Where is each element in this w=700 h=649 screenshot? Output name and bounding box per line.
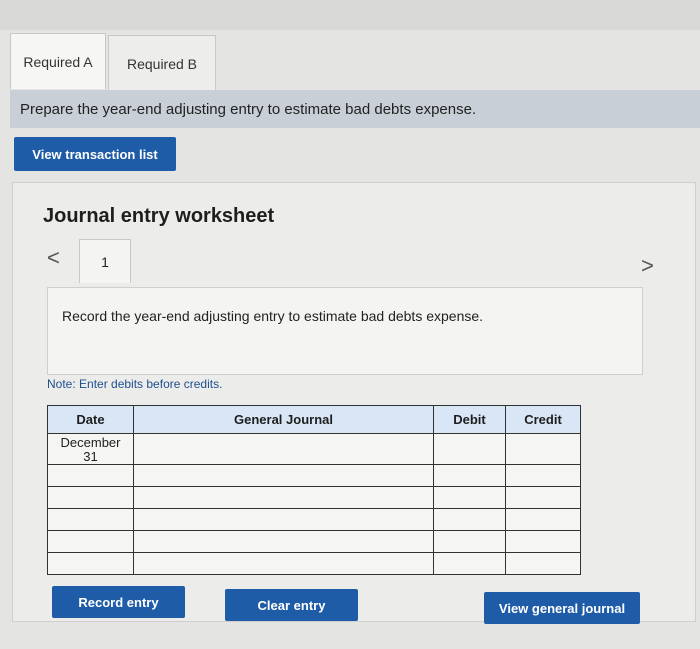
account-cell[interactable] (133, 508, 434, 531)
top-strip (0, 0, 700, 30)
account-cell[interactable] (133, 486, 434, 509)
table-row (47, 508, 581, 531)
header-general-journal: General Journal (133, 405, 434, 434)
record-entry-button[interactable]: Record entry (52, 586, 185, 618)
date-cell (47, 552, 134, 575)
credit-cell[interactable] (505, 486, 581, 509)
chevron-left-icon[interactable]: < (47, 245, 60, 271)
table-row: December 31 (47, 433, 581, 465)
instruction-text: Record the year-end adjusting entry to e… (62, 308, 484, 324)
table-row (47, 464, 581, 487)
credit-cell[interactable] (505, 464, 581, 487)
tab-required-a[interactable]: Required A (10, 33, 106, 89)
header-debit: Debit (433, 405, 506, 434)
date-cell: December 31 (47, 433, 134, 465)
view-transaction-list-button[interactable]: View transaction list (14, 137, 176, 171)
table-row (47, 486, 581, 509)
account-cell[interactable] (133, 464, 434, 487)
debit-cell[interactable] (433, 530, 506, 553)
debit-cell[interactable] (433, 552, 506, 575)
prompt-text: Prepare the year-end adjusting entry to … (10, 90, 700, 128)
credit-cell[interactable] (505, 433, 581, 465)
header-credit: Credit (505, 405, 581, 434)
account-cell[interactable] (133, 530, 434, 553)
date-cell (47, 464, 134, 487)
date-cell (47, 530, 134, 553)
table-row (47, 530, 581, 553)
debit-cell[interactable] (433, 508, 506, 531)
debit-cell[interactable] (433, 433, 506, 465)
debit-cell[interactable] (433, 464, 506, 487)
credit-cell[interactable] (505, 508, 581, 531)
chevron-right-icon[interactable]: > (641, 253, 654, 279)
account-cell[interactable] (133, 552, 434, 575)
table-row (47, 552, 581, 575)
instruction-box: Record the year-end adjusting entry to e… (47, 287, 643, 375)
date-month: December (60, 435, 121, 450)
journal-entry-worksheet: Journal entry worksheet < 1 > Record the… (12, 182, 696, 622)
view-general-journal-button[interactable]: View general journal (484, 592, 640, 624)
date-cell (47, 486, 134, 509)
note-text: Note: Enter debits before credits. (47, 377, 223, 391)
worksheet-title: Journal entry worksheet (43, 205, 275, 227)
entry-tab-1[interactable]: 1 (79, 239, 131, 283)
tab-required-b[interactable]: Required B (108, 35, 216, 91)
debit-cell[interactable] (433, 486, 506, 509)
date-cell (47, 508, 134, 531)
date-day: 31 (83, 449, 98, 464)
clear-entry-button[interactable]: Clear entry (225, 589, 358, 621)
credit-cell[interactable] (505, 552, 581, 575)
credit-cell[interactable] (505, 530, 581, 553)
header-date: Date (47, 405, 134, 434)
journal-table: Date General Journal Debit Credit Decemb… (47, 405, 581, 575)
account-cell[interactable] (133, 433, 434, 465)
